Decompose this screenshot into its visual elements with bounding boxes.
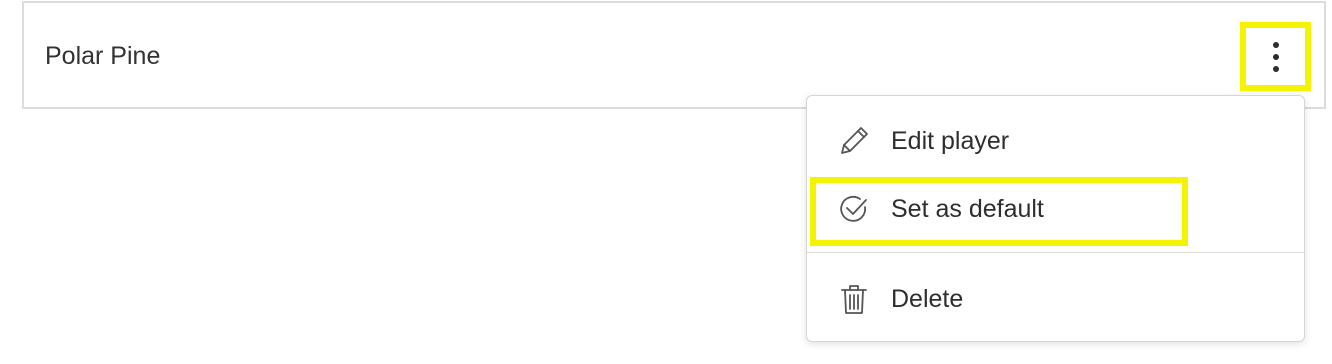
menu-item-set-as-default[interactable]: Set as default — [807, 178, 1304, 240]
trash-icon — [837, 282, 871, 316]
kebab-dot — [1272, 41, 1279, 48]
menu-item-label: Set as default — [891, 195, 1044, 223]
check-circle-icon — [837, 192, 871, 226]
context-menu: Edit player Set as default Delete — [806, 95, 1305, 342]
player-name: Polar Pine — [45, 42, 161, 70]
kebab-dot — [1272, 53, 1279, 60]
menu-item-edit-player[interactable]: Edit player — [807, 110, 1304, 172]
more-options-button[interactable] — [1240, 22, 1311, 91]
menu-item-delete[interactable]: Delete — [807, 268, 1304, 330]
kebab-dot — [1272, 65, 1279, 72]
pencil-icon — [837, 124, 871, 158]
menu-divider — [807, 252, 1304, 253]
player-row: Polar Pine — [22, 1, 1326, 109]
menu-item-label: Delete — [891, 285, 964, 313]
menu-item-label: Edit player — [891, 127, 1010, 155]
